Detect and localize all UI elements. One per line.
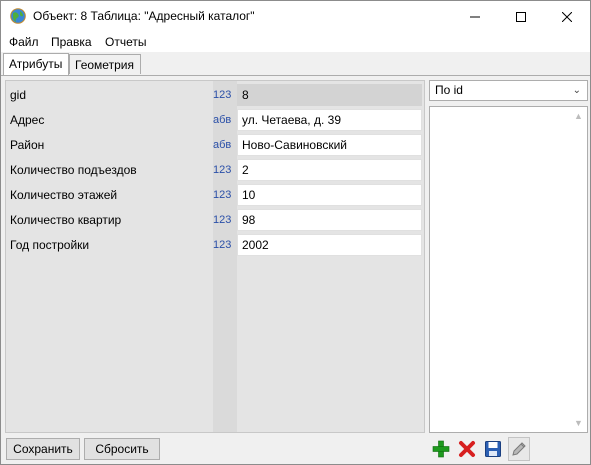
attribute-row-floors: Количество этажей 123 10	[6, 184, 424, 206]
scroll-down-icon[interactable]: ▼	[574, 418, 583, 428]
attribute-label: Количество квартир	[10, 213, 122, 227]
menu-edit[interactable]: Правка	[51, 35, 92, 49]
sort-select-value: По id	[435, 83, 463, 97]
year-built-field[interactable]: 2002	[237, 234, 422, 256]
maximize-button[interactable]	[498, 1, 544, 32]
tab-geometry[interactable]: Геометрия	[69, 54, 141, 74]
attribute-label: Адрес	[10, 113, 45, 127]
address-field[interactable]: ул. Четаева, д. 39	[237, 109, 422, 131]
attribute-label: Район	[10, 138, 45, 152]
title-bar: Объект: 8 Таблица: "Адресный каталог"	[1, 1, 590, 32]
attribute-row-apartments: Количество квартир 123 98	[6, 209, 424, 231]
delete-button[interactable]	[456, 437, 478, 461]
minimize-button[interactable]	[452, 1, 498, 32]
attribute-label: Количество подъездов	[10, 163, 137, 177]
floors-field[interactable]: 10	[237, 184, 422, 206]
menu-file[interactable]: Файл	[9, 35, 39, 49]
attribute-row-year-built: Год постройки 123 2002	[6, 234, 424, 256]
apartments-field[interactable]: 98	[237, 209, 422, 231]
close-button[interactable]	[544, 1, 590, 32]
add-button[interactable]	[430, 437, 452, 461]
gid-field: 8	[237, 84, 422, 106]
attribute-label: Год постройки	[10, 238, 90, 252]
reset-button[interactable]: Сбросить	[84, 438, 160, 460]
add-icon	[432, 440, 450, 458]
chevron-down-icon: ⌄	[572, 85, 581, 96]
object-list[interactable]: ▲ ▼	[429, 106, 588, 433]
minimize-icon	[470, 16, 480, 17]
menu-bar: Файл Правка Отчеты	[1, 32, 590, 52]
save-button[interactable]: Сохранить	[6, 438, 80, 460]
attribute-row-address: Адрес абв ул. Четаева, д. 39	[6, 109, 424, 131]
tab-divider	[1, 75, 590, 76]
object-window: Объект: 8 Таблица: "Адресный каталог" Фа…	[0, 0, 591, 465]
type-indicator: 123	[213, 89, 232, 101]
attributes-panel: gid 123 8 Адрес абв ул. Четаева, д. 39 Р…	[5, 80, 425, 433]
type-indicator: 123	[213, 239, 232, 251]
attribute-row-gid: gid 123 8	[6, 84, 424, 106]
tab-attributes[interactable]: Атрибуты	[3, 53, 69, 75]
attribute-row-entrances: Количество подъездов 123 2	[6, 159, 424, 181]
district-field[interactable]: Ново-Савиновский	[237, 134, 422, 156]
window-title: Объект: 8 Таблица: "Адресный каталог"	[33, 9, 255, 23]
scroll-up-icon[interactable]: ▲	[574, 111, 583, 121]
save-record-button[interactable]	[482, 437, 504, 461]
close-icon	[562, 11, 572, 22]
delete-icon	[459, 441, 475, 457]
type-indicator: 123	[213, 214, 232, 226]
type-indicator: абв	[213, 139, 232, 151]
type-indicator: 123	[213, 164, 232, 176]
attribute-row-district: Район абв Ново-Савиновский	[6, 134, 424, 156]
type-indicator: 123	[213, 189, 232, 201]
attribute-label: gid	[10, 88, 27, 102]
maximize-icon	[516, 11, 526, 22]
side-panel: По id ⌄ ▲ ▼	[429, 80, 588, 433]
list-scrollbar[interactable]: ▲ ▼	[570, 107, 587, 432]
attribute-label: Количество этажей	[10, 188, 118, 202]
save-icon	[485, 441, 501, 457]
edit-icon	[512, 442, 526, 456]
sort-select[interactable]: По id ⌄	[429, 80, 588, 101]
entrances-field[interactable]: 2	[237, 159, 422, 181]
edit-button[interactable]	[508, 437, 530, 461]
type-indicator: абв	[213, 114, 232, 126]
globe-icon	[10, 8, 26, 24]
menu-reports[interactable]: Отчеты	[105, 35, 146, 49]
